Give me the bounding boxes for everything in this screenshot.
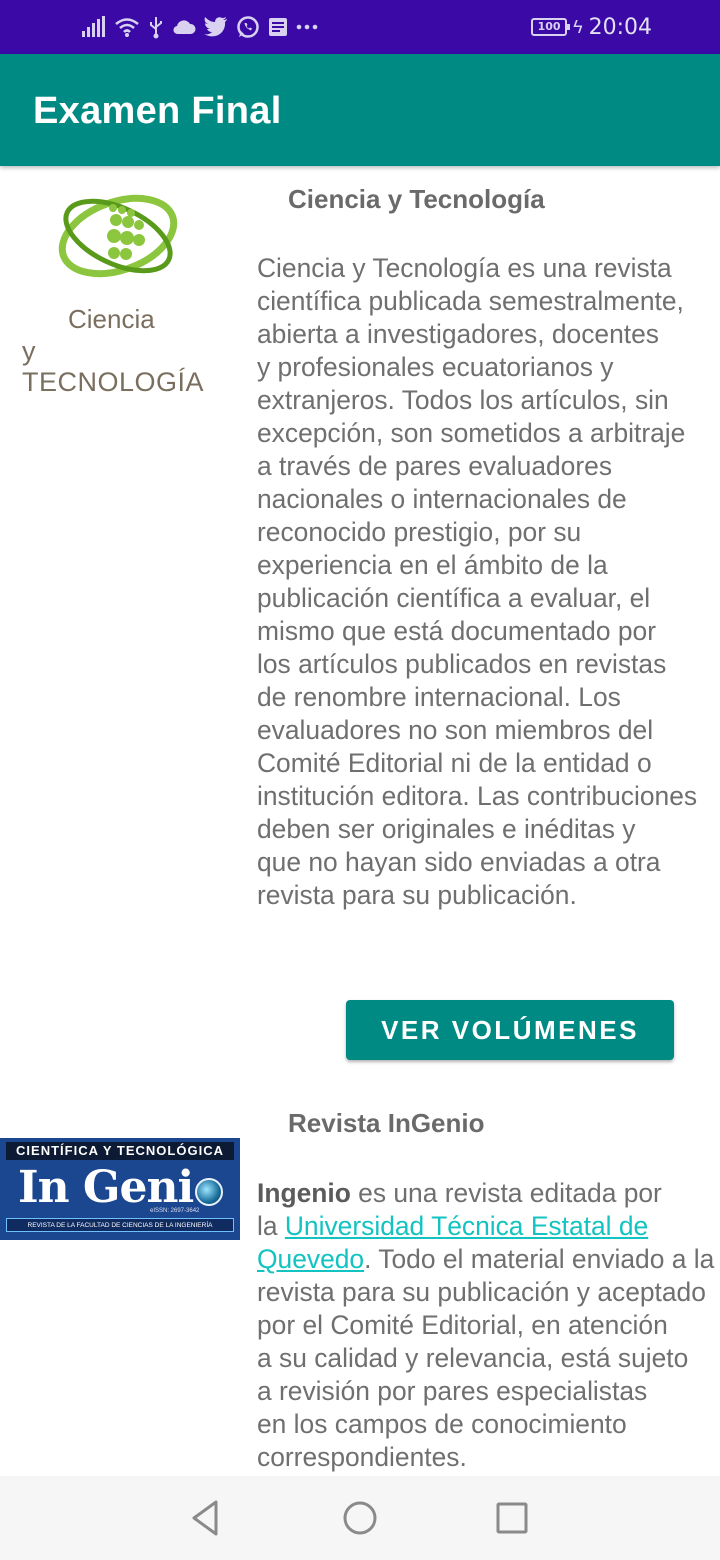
ingenio-logo: CIENTÍFICA Y TECNOLÓGICA In Geni eISSN: … [0, 1138, 240, 1240]
logo-issn: eISSN: 2697-3642 [150, 1208, 200, 1214]
desc-line: correspondientes. [257, 1442, 467, 1472]
desc-line: a revisión por pares especialistas [257, 1376, 648, 1406]
app-bar: Examen Final [0, 54, 720, 166]
clock: 20:04 [588, 14, 652, 40]
desc-bold: Ingenio [257, 1178, 351, 1208]
recent-apps-icon[interactable] [492, 1498, 532, 1538]
desc-line: los artículos publicados en revistas [257, 649, 667, 679]
desc-line: nacionales o internacionales de [257, 484, 627, 514]
desc-text: . Todo el material enviado a la [364, 1244, 715, 1274]
atom-logo-icon [58, 194, 178, 278]
desc-line: en los campos de conocimiento [257, 1409, 627, 1439]
desc-line: experiencia en el ámbito de la [257, 550, 608, 580]
status-bar: 100 ϟ 20:04 [0, 0, 720, 54]
desc-line: la Universidad Técnica Estatal de [257, 1210, 720, 1243]
logo-main-text: In Geni [18, 1162, 194, 1213]
charging-icon: ϟ [573, 16, 583, 37]
desc-line: por el Comité Editorial, en atención [257, 1310, 668, 1340]
logo-bottom-text: REVISTA DE LA FACULTAD DE CIENCIAS DE LA… [6, 1218, 234, 1232]
battery-icon: 100 [531, 18, 571, 36]
desc-line: publicación científica a evaluar, el [257, 583, 651, 613]
desc-line: científica publicada semestralmente, [257, 286, 684, 316]
logo-line1: Ciencia [68, 304, 155, 334]
journal-description: Ingenio es una revista editada por la Un… [257, 1177, 720, 1474]
university-link-cont[interactable]: Quevedo [257, 1244, 364, 1274]
desc-line: que no hayan sido enviadas a otra [257, 847, 661, 877]
desc-line: Quevedo. Todo el material enviado a la [257, 1243, 720, 1276]
journal-list[interactable]: Ciencia y TECNOLOGÍA Ciencia y Tecnologí… [0, 166, 720, 1476]
logo-line2: y TECNOLOGÍA [22, 336, 205, 397]
ciencia-tecnologia-logo: Ciencia y TECNOLOGÍA [18, 180, 218, 397]
desc-line: revista para su publicación y aceptado [257, 1277, 706, 1307]
cloud-icon [173, 20, 196, 35]
desc-line: extranjeros. Todos los artículos, sin [257, 385, 669, 415]
journal-title: Revista InGenio [288, 1108, 485, 1138]
whatsapp-icon [237, 16, 259, 38]
desc-line: mismo que está documentado por [257, 616, 657, 646]
desc-text: la [257, 1211, 285, 1241]
desc-line: a través de pares evaluadores [257, 451, 613, 481]
home-icon[interactable] [340, 1498, 380, 1538]
navigation-bar [0, 1476, 720, 1560]
desc-line: reconocido prestigio, por su [257, 517, 582, 547]
university-link[interactable]: Universidad Técnica Estatal de [285, 1211, 648, 1241]
wifi-icon [115, 18, 139, 37]
desc-text: es una revista editada por [350, 1178, 662, 1208]
desc-line: evaluadores no son miembros del [257, 715, 654, 745]
desc-line: abierta a investigadores, docentes [257, 319, 659, 349]
desc-line: revista para su publicación. [257, 880, 577, 910]
globe-icon [195, 1178, 223, 1206]
more-icon [296, 24, 318, 30]
journal-title: Ciencia y Tecnología [288, 184, 545, 214]
desc-line: Ciencia y Tecnología es una revista [257, 253, 672, 283]
back-icon[interactable] [186, 1498, 226, 1538]
message-icon [269, 18, 287, 36]
desc-line: Comité Editorial ni de la entidad o [257, 748, 652, 778]
desc-line: excepción, son sometidos a arbitraje [257, 418, 686, 448]
ver-volumenes-button[interactable]: VER VOLÚMENES [346, 1000, 674, 1060]
status-icons [82, 14, 318, 40]
twitter-icon [204, 17, 227, 37]
app-title: Examen Final [33, 90, 282, 132]
desc-line: y profesionales ecuatorianos y [257, 352, 614, 382]
status-right: 100 ϟ 20:04 [531, 13, 652, 41]
desc-line: de renombre internacional. Los [257, 682, 621, 712]
desc-line: a su calidad y relevancia, está sujeto [257, 1343, 689, 1373]
desc-line: institución editora. Las contribuciones [257, 781, 698, 811]
usb-icon [150, 17, 162, 39]
signal-icon [82, 16, 105, 37]
desc-line: deben ser originales e inéditas y [257, 814, 636, 844]
journal-description: Ciencia y Tecnología es una revista cien… [257, 252, 720, 912]
desc-line: Ingenio es una revista editada por [257, 1177, 720, 1210]
logo-top-text: CIENTÍFICA Y TECNOLÓGICA [6, 1142, 234, 1160]
